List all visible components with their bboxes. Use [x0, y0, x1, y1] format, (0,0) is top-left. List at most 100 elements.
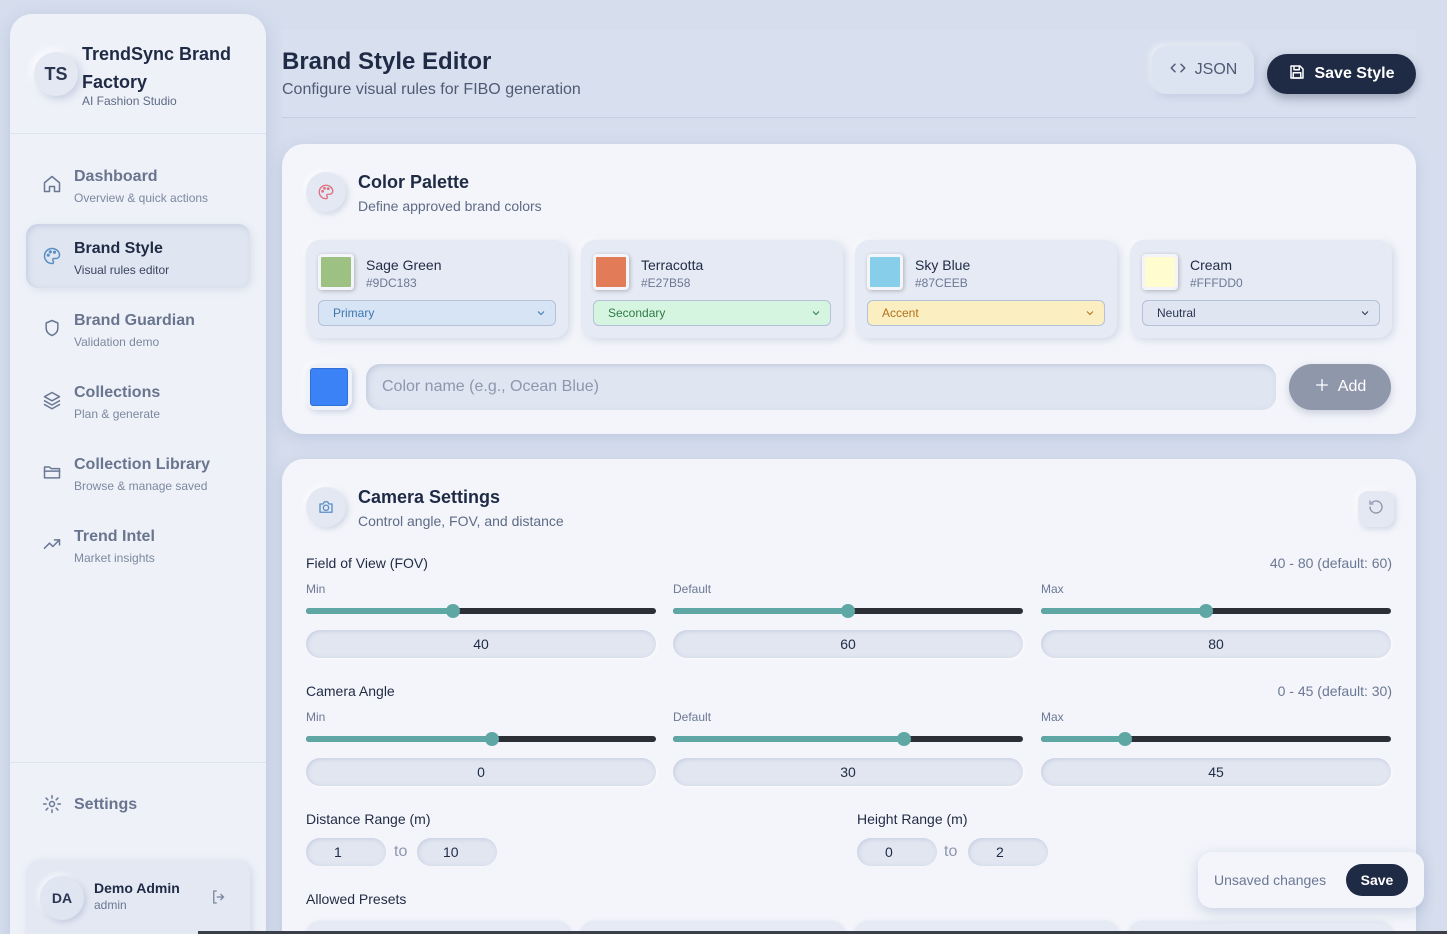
- sidebar-item-sub: Browse & manage saved: [74, 479, 208, 493]
- color-name: Sky Blue: [915, 257, 971, 273]
- sidebar-item-label: Collection Library: [74, 456, 211, 473]
- height-to-input[interactable]: 2: [968, 838, 1048, 866]
- distance-to-input[interactable]: 10: [417, 838, 497, 866]
- color-swatch[interactable]: [318, 254, 354, 290]
- fov-default-label: Default: [673, 582, 712, 596]
- folder-icon: [42, 462, 62, 482]
- fov-label: Field of View (FOV): [306, 555, 428, 571]
- new-color-picker[interactable]: [306, 364, 352, 410]
- fov-min-input[interactable]: 40: [306, 630, 656, 658]
- sidebar-item-sub: Market insights: [74, 551, 155, 565]
- slider-handle[interactable]: [841, 604, 855, 618]
- sidebar-item-collection-library[interactable]: Collection Library Browse & manage saved: [26, 440, 250, 504]
- color-swatch-card: Sky Blue #87CEEB Accent: [855, 240, 1117, 338]
- distance-from-input[interactable]: 1: [306, 838, 386, 866]
- angle-min-label: Min: [306, 710, 326, 724]
- toast-save-button[interactable]: Save: [1346, 864, 1408, 896]
- sidebar-item-label: Dashboard: [74, 168, 158, 185]
- sidebar-item-settings[interactable]: Settings: [26, 784, 250, 824]
- slider-handle[interactable]: [1199, 604, 1213, 618]
- unsaved-changes-toast: Unsaved changes Save: [1198, 852, 1424, 908]
- sidebar-item-brand-style[interactable]: Brand Style Visual rules editor: [26, 224, 250, 288]
- sidebar-item-collections[interactable]: Collections Plan & generate: [26, 368, 250, 432]
- height-label: Height Range (m): [857, 811, 968, 827]
- sidebar-item-dashboard[interactable]: Dashboard Overview & quick actions: [26, 152, 250, 216]
- sidebar-item-sub: Overview & quick actions: [74, 191, 209, 205]
- fov-default-slider[interactable]: [673, 604, 1023, 618]
- chevron-down-icon: [1084, 307, 1096, 319]
- sidebar-item-sub: Plan & generate: [74, 407, 161, 421]
- color-name: Sage Green: [366, 257, 442, 273]
- new-color-swatch: [310, 368, 348, 406]
- angle-default-input[interactable]: 30: [673, 758, 1023, 786]
- unsaved-text: Unsaved changes: [1214, 872, 1327, 888]
- sidebar-divider: [10, 762, 266, 763]
- json-button-label: JSON: [1194, 61, 1238, 78]
- palette-icon: [42, 246, 62, 266]
- fov-default-input[interactable]: 60: [673, 630, 1023, 658]
- angle-max-label: Max: [1041, 710, 1064, 724]
- page-subtitle: Configure visual rules for FIBO generati…: [282, 81, 581, 98]
- brand-title: TrendSync Brand Factory: [82, 44, 232, 92]
- color-swatch[interactable]: [593, 254, 629, 290]
- save-style-label: Save Style: [1314, 65, 1395, 82]
- fov-min-slider[interactable]: [306, 604, 656, 618]
- slider-handle[interactable]: [897, 732, 911, 746]
- distance-label: Distance Range (m): [306, 811, 431, 827]
- presets-label: Allowed Presets: [306, 891, 407, 907]
- add-button-label: Add: [1337, 378, 1367, 395]
- angle-range-text: 0 - 45 (default: 30): [1277, 683, 1392, 699]
- brand-subtitle: AI Fashion Studio: [82, 94, 177, 108]
- color-swatch-card: Sage Green #9DC183 Primary: [306, 240, 568, 338]
- trending-icon: [42, 534, 62, 554]
- sidebar-item-sub: Visual rules editor: [74, 263, 170, 277]
- fov-max-slider[interactable]: [1041, 604, 1391, 618]
- home-icon: [42, 174, 62, 194]
- color-palette-card: Color Palette Define approved brand colo…: [282, 144, 1416, 434]
- color-role-value: Secondary: [608, 306, 666, 320]
- brand-logo: TS: [34, 52, 78, 96]
- reset-button[interactable]: [1358, 491, 1394, 527]
- shield-icon: [42, 318, 62, 338]
- color-swatch[interactable]: [1142, 254, 1178, 290]
- logout-icon[interactable]: [210, 888, 228, 906]
- color-name-input[interactable]: [366, 364, 1276, 410]
- page-title: Brand Style Editor: [282, 48, 492, 75]
- color-swatch[interactable]: [867, 254, 903, 290]
- add-color-button[interactable]: Add: [1289, 364, 1391, 410]
- color-name: Terracotta: [641, 257, 704, 273]
- json-button[interactable]: JSON: [1152, 46, 1254, 94]
- angle-label: Camera Angle: [306, 683, 395, 699]
- angle-max-slider[interactable]: [1041, 732, 1391, 746]
- sidebar-item-label: Collections: [74, 384, 161, 401]
- color-role-select[interactable]: Accent: [867, 300, 1105, 326]
- code-icon: [1169, 59, 1187, 82]
- sidebar-item-trend-intel[interactable]: Trend Intel Market insights: [26, 512, 250, 576]
- angle-max-input[interactable]: 45: [1041, 758, 1391, 786]
- chevron-down-icon: [1359, 307, 1371, 319]
- fov-range-text: 40 - 80 (default: 60): [1269, 555, 1392, 571]
- sidebar-item-sub: Validation demo: [74, 335, 160, 349]
- fov-max-input[interactable]: 80: [1041, 630, 1391, 658]
- color-role-select[interactable]: Neutral: [1142, 300, 1380, 326]
- slider-handle[interactable]: [485, 732, 499, 746]
- user-name: Demo Admin: [94, 880, 180, 896]
- color-hex: #FFFDD0: [1190, 276, 1243, 290]
- color-swatch-card: Cream #FFFDD0 Neutral: [1130, 240, 1392, 338]
- angle-default-slider[interactable]: [673, 732, 1023, 746]
- slider-handle[interactable]: [1118, 732, 1132, 746]
- angle-min-input[interactable]: 0: [306, 758, 656, 786]
- color-role-value: Neutral: [1157, 306, 1196, 320]
- camera-icon: [306, 487, 346, 527]
- color-role-select[interactable]: Secondary: [593, 300, 831, 326]
- section-subtitle: Define approved brand colors: [358, 198, 542, 214]
- color-role-select[interactable]: Primary: [318, 300, 556, 326]
- section-title: Color Palette: [358, 172, 470, 192]
- sidebar-item-brand-guardian[interactable]: Brand Guardian Validation demo: [26, 296, 250, 360]
- color-hex: #E27B58: [641, 276, 691, 290]
- save-style-button[interactable]: Save Style: [1267, 54, 1416, 94]
- height-from-input[interactable]: 0: [857, 838, 937, 866]
- slider-handle[interactable]: [446, 604, 460, 618]
- angle-min-slider[interactable]: [306, 732, 656, 746]
- sidebar: TS TrendSync Brand Factory AI Fashion St…: [10, 14, 266, 934]
